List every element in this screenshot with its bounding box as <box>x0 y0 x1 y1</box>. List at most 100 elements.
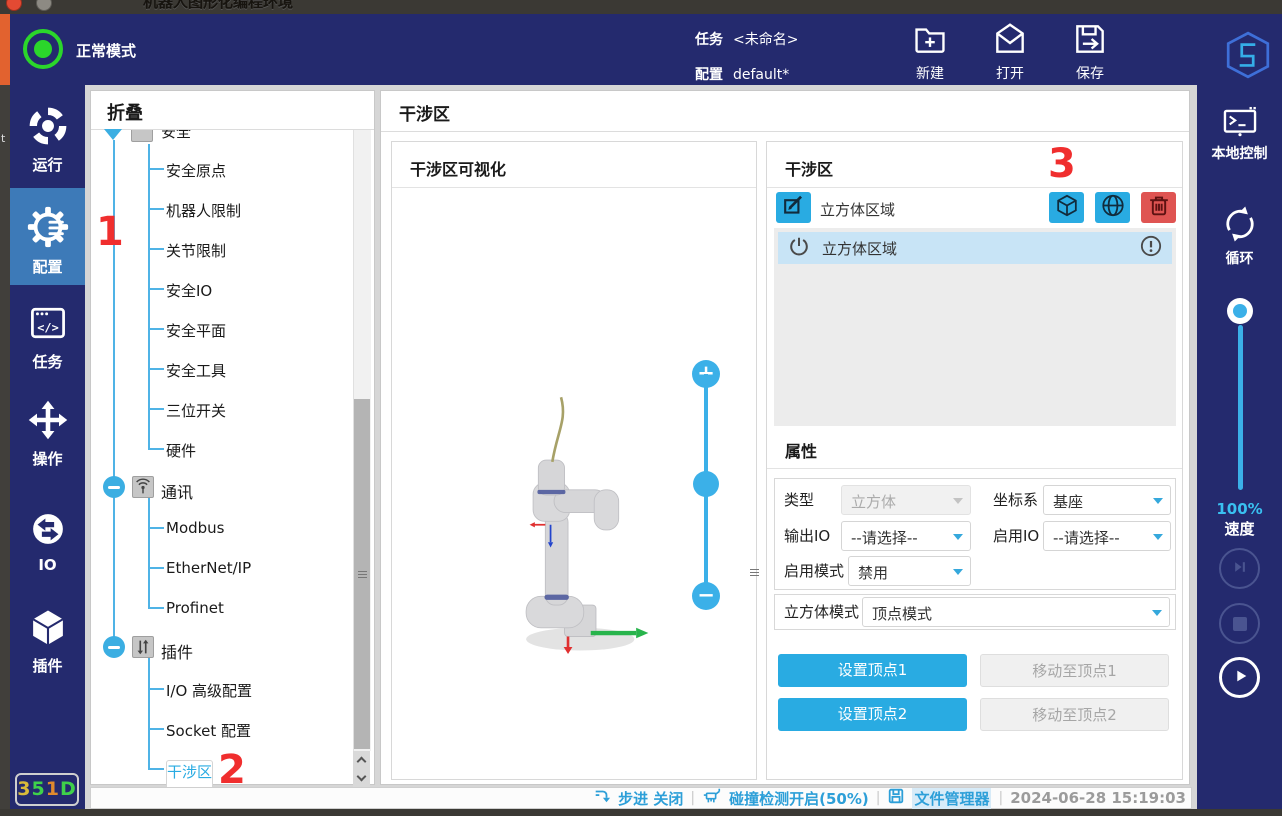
sidebar-item-io[interactable]: IO <box>10 500 85 585</box>
sidebar-item-config[interactable]: 配置 <box>10 188 85 285</box>
panel-resize-grip[interactable] <box>750 567 759 578</box>
local-control-label: 本地控制 <box>1197 143 1282 163</box>
window-close-button[interactable] <box>6 0 22 11</box>
open-button[interactable]: 打开 <box>978 20 1042 82</box>
tree-item[interactable]: 硬件 <box>166 440 196 461</box>
tree-collapse-plugin[interactable] <box>103 636 125 658</box>
local-control-button[interactable] <box>1221 103 1259 145</box>
tree-item[interactable]: 三位开关 <box>166 400 226 421</box>
zone-name-label: 立方体区域 <box>820 199 895 220</box>
save-button[interactable]: 保存 <box>1058 20 1122 82</box>
tree-item[interactable]: I/O 高级配置 <box>166 680 252 701</box>
tree-node-safety-partial[interactable]: 安全 <box>131 130 251 144</box>
tree-item[interactable]: 安全工具 <box>166 360 226 381</box>
zone-list-item-label: 立方体区域 <box>822 238 897 259</box>
gear-icon <box>25 236 71 254</box>
new-button-label: 新建 <box>898 63 962 83</box>
power-toggle-icon[interactable] <box>788 235 810 261</box>
move-to-vertex2-button[interactable]: 移动至顶点2 <box>980 698 1169 731</box>
set-vertex2-button[interactable]: 设置顶点2 <box>778 698 967 731</box>
edit-zone-button[interactable] <box>776 192 811 223</box>
tree-item[interactable]: 机器人限制 <box>166 200 241 221</box>
zone-list: 立方体区域 <box>774 228 1176 426</box>
task-label: 任务 <box>695 32 723 48</box>
globe-icon <box>1098 192 1128 223</box>
zoom-out-button[interactable]: − <box>692 582 720 610</box>
tree-tick <box>148 168 164 170</box>
enable-io-select[interactable]: --请选择-- <box>1043 521 1171 551</box>
tree-tick <box>148 527 164 529</box>
tree-item[interactable]: 安全平面 <box>166 320 226 341</box>
tree-tick <box>148 328 164 330</box>
frame-label: 坐标系 <box>993 485 1038 515</box>
set-vertex1-button[interactable]: 设置顶点1 <box>778 654 967 687</box>
tree-tick <box>148 208 164 210</box>
tree-item[interactable]: 安全原点 <box>166 160 226 181</box>
file-manager-link[interactable]: 文件管理器 <box>912 788 991 809</box>
mode-indicator-icon <box>23 29 63 69</box>
type-select[interactable]: 立方体 <box>841 485 971 515</box>
tree-tick <box>148 607 164 609</box>
delete-zone-button[interactable] <box>1141 192 1176 223</box>
tree-item-interference-zone-selected[interactable]: 干涉区 <box>166 760 213 790</box>
tree-item[interactable]: 关节限制 <box>166 240 226 261</box>
tree-item[interactable]: Modbus <box>166 519 224 537</box>
viz-panel-title: 干涉区可视化 <box>410 156 506 180</box>
window-minimize-button[interactable] <box>36 0 52 11</box>
speed-slider-handle[interactable] <box>1227 298 1253 324</box>
brand-logo-icon <box>1223 27 1273 87</box>
svg-text:</>: </> <box>37 320 59 334</box>
open-button-label: 打开 <box>978 63 1042 83</box>
move-to-vertex1-button[interactable]: 移动至顶点1 <box>980 654 1169 687</box>
output-io-select[interactable]: --请选择-- <box>841 521 971 551</box>
tree-collapse-comm[interactable] <box>103 476 125 498</box>
run-icon <box>26 134 70 152</box>
sidebar-item-plugin[interactable]: 插件 <box>10 597 85 687</box>
cube-mode-select[interactable]: 顶点模式 <box>862 597 1170 627</box>
new-button[interactable]: 新建 <box>898 20 962 82</box>
tree-scrollbar-thumb[interactable] <box>354 399 370 749</box>
sidebar-item-run[interactable]: 运行 <box>10 91 85 188</box>
sidebar-item-operate[interactable]: 操作 <box>10 382 85 479</box>
divider <box>767 187 1182 188</box>
enable-mode-select[interactable]: 禁用 <box>848 556 971 586</box>
play-icon <box>1231 667 1249 689</box>
zoom-slider-thumb[interactable] <box>693 471 719 497</box>
speed-slider-track[interactable] <box>1238 325 1243 490</box>
collision-detect-status[interactable]: 碰撞检测开启(50%) <box>729 788 869 809</box>
globe-zone-button[interactable] <box>1095 192 1130 223</box>
scroll-down-button[interactable] <box>353 769 370 787</box>
properties-title: 属性 <box>785 438 817 462</box>
cube-zone-button[interactable] <box>1049 192 1084 223</box>
robot-3d-view[interactable] <box>477 392 687 652</box>
play-button[interactable] <box>1219 657 1260 698</box>
page-title: 干涉区 <box>399 100 450 125</box>
tree-item[interactable]: Socket 配置 <box>166 720 251 741</box>
tree-item[interactable]: 安全IO <box>166 280 212 301</box>
divider <box>392 187 756 188</box>
tree-collapse-header[interactable]: 折叠 <box>107 99 143 125</box>
scroll-up-button[interactable] <box>353 751 370 769</box>
tree-item[interactable]: EtherNet/IP <box>166 559 251 577</box>
frame-select[interactable]: 基座 <box>1043 485 1171 515</box>
sidebar-item-task[interactable]: </> 任务 <box>10 285 85 382</box>
window-bottom-edge <box>0 809 1282 816</box>
zone-panel-title: 干涉区 <box>785 156 833 180</box>
tree-group-plugin[interactable]: 插件 <box>161 639 193 663</box>
divider: | <box>876 790 881 806</box>
loop-button[interactable] <box>1219 203 1261 249</box>
tree-group-comm[interactable]: 通讯 <box>161 479 193 503</box>
tree-root-expand-icon[interactable] <box>104 129 122 140</box>
clock-timestamp: 2024-06-28 15:19:03 <box>1010 789 1186 807</box>
step-forward-button[interactable] <box>1219 548 1260 589</box>
tree-tick <box>148 688 164 690</box>
tree-item[interactable]: Profinet <box>166 599 224 617</box>
sidebar-item-label: 运行 <box>10 154 85 175</box>
step-mode-icon <box>593 787 611 809</box>
zone-list-item-selected[interactable]: 立方体区域 <box>778 232 1172 264</box>
step-mode-status[interactable]: 步进 关闭 <box>618 788 683 809</box>
warning-icon[interactable] <box>1140 235 1162 261</box>
cube-outline-icon <box>1052 192 1082 223</box>
zone-panel: 干涉区 立方体区域 立方体区域 <box>766 141 1183 780</box>
stop-button[interactable] <box>1219 603 1260 644</box>
